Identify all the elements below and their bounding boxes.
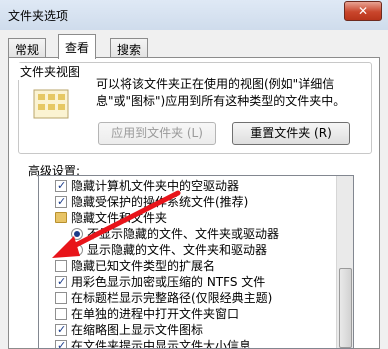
item-label: 显示隐藏的文件、文件夹和驱动器	[87, 243, 268, 257]
list-item[interactable]: 用彩色显示加密或压缩的 NTFS 文件	[39, 274, 339, 290]
item-label: 隐藏受保护的操作系统文件(推荐)	[71, 195, 249, 209]
list-item[interactable]: 在文件夹提示中显示文件大小信息	[39, 338, 339, 349]
list-item[interactable]: 隐藏计算机文件夹中的空驱动器	[39, 178, 339, 194]
folder-views-icon	[33, 89, 69, 119]
item-label: 隐藏已知文件类型的扩展名	[71, 259, 216, 273]
close-button[interactable]: ✕	[344, 1, 382, 21]
vertical-scrollbar[interactable]	[336, 176, 353, 348]
checkbox[interactable]	[55, 274, 67, 290]
checkbox[interactable]	[55, 308, 67, 320]
checkbox[interactable]	[55, 338, 67, 348]
list-item[interactable]: 在单独的进程中打开文件夹窗口	[39, 306, 339, 322]
list-item[interactable]: 在标题栏显示完整路径(仅限经典主题)	[39, 290, 339, 306]
list-item[interactable]: 隐藏已知文件类型的扩展名	[39, 258, 339, 274]
checkbox[interactable]	[55, 322, 67, 338]
checkbox[interactable]	[55, 194, 67, 210]
scroll-thumb[interactable]	[339, 268, 352, 348]
tab-view[interactable]: 查看	[58, 34, 97, 59]
item-label: 隐藏计算机文件夹中的空驱动器	[71, 179, 240, 193]
radio-button[interactable]	[71, 228, 83, 240]
tab-label: 搜索	[117, 43, 142, 57]
checkbox[interactable]	[55, 292, 67, 304]
item-label: 在标题栏显示完整路径(仅限经典主题)	[71, 291, 273, 305]
folder-options-dialog: 文件夹选项 ✕ 常规 查看 搜索 文件夹视图 可以将该文件夹正在使用的视图(例如…	[0, 0, 388, 349]
list-item[interactable]: 隐藏受保护的操作系统文件(推荐)	[39, 194, 339, 210]
folder-views-legend: 文件夹视图	[18, 63, 83, 80]
item-label: 不显示隐藏的文件、文件夹或驱动器	[87, 227, 280, 241]
reset-folders-button[interactable]: 重置文件夹 (R)	[232, 122, 350, 145]
tab-label: 查看	[65, 41, 90, 55]
tab-label: 常规	[15, 43, 40, 57]
list-item[interactable]: 在缩略图上显示文件图标	[39, 322, 339, 338]
folder-icon	[55, 212, 67, 223]
reset-button-label: 重置文件夹 (R)	[250, 126, 332, 140]
close-icon: ✕	[357, 4, 369, 18]
item-label: 在单独的进程中打开文件夹窗口	[71, 307, 240, 321]
folder-views-description: 可以将该文件夹正在使用的视图(例如"详细信息"或"图标")应用到所有这种类型的文…	[96, 77, 346, 108]
apply-button-label: 应用到文件夹 (L)	[111, 126, 203, 140]
tab-general[interactable]: 常规	[8, 38, 47, 58]
title-bar[interactable]: 文件夹选项 ✕	[0, 0, 388, 30]
advanced-settings-tree[interactable]: 隐藏计算机文件夹中的空驱动器 隐藏受保护的操作系统文件(推荐) 隐藏文件和文件夹…	[38, 175, 354, 349]
window-title: 文件夹选项	[8, 9, 69, 23]
tab-search[interactable]: 搜索	[110, 38, 149, 58]
apply-to-folders-button[interactable]: 应用到文件夹 (L)	[98, 122, 216, 145]
list-item[interactable]: 不显示隐藏的文件、文件夹或驱动器	[39, 226, 339, 242]
radio-button[interactable]	[71, 244, 83, 256]
item-label: 用彩色显示加密或压缩的 NTFS 文件	[71, 275, 266, 289]
list-item: 隐藏文件和文件夹	[39, 210, 339, 226]
tab-strip: 常规 查看 搜索	[8, 34, 380, 59]
checkbox[interactable]	[55, 260, 67, 272]
item-label: 在文件夹提示中显示文件大小信息	[71, 339, 252, 349]
item-label: 隐藏文件和文件夹	[71, 211, 168, 225]
item-label: 在缩略图上显示文件图标	[71, 323, 204, 337]
list-item[interactable]: 显示隐藏的文件、文件夹和驱动器	[39, 242, 339, 258]
checkbox[interactable]	[55, 178, 67, 194]
